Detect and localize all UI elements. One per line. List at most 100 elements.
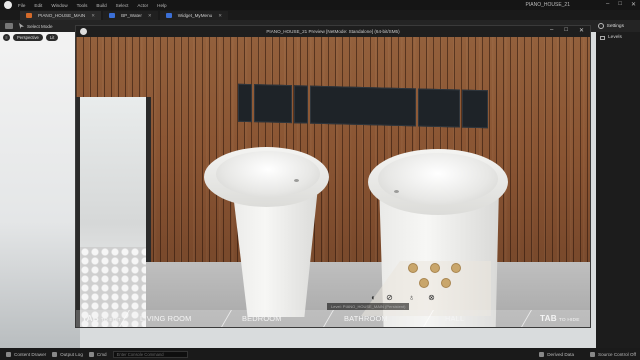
menu-bar: File Edit Window Tools Build Select Acto… bbox=[0, 0, 640, 10]
tile bbox=[310, 85, 416, 127]
unreal-logo-icon[interactable] bbox=[4, 1, 12, 9]
light-toggle[interactable] bbox=[441, 278, 451, 288]
level-icon bbox=[26, 13, 32, 18]
close-button[interactable]: ✕ bbox=[631, 1, 636, 8]
preview-close-button[interactable]: ✕ bbox=[579, 27, 584, 34]
close-tab-icon[interactable]: ✕ bbox=[218, 13, 222, 19]
source-control-icon bbox=[590, 351, 596, 357]
minimize-button[interactable]: – bbox=[606, 1, 609, 8]
maximize-button[interactable]: □ bbox=[618, 1, 622, 8]
close-tab-icon[interactable]: ✕ bbox=[148, 13, 152, 19]
light-toggle[interactable] bbox=[408, 263, 418, 273]
output-log-button[interactable]: Output Log bbox=[52, 351, 83, 357]
data-icon bbox=[539, 351, 545, 357]
current-level-label: Level: PIANO_HOUSE_MAIN (Persistent) bbox=[327, 303, 410, 310]
light-on-icon[interactable]: ⊘ bbox=[385, 293, 394, 302]
room-navigation-bar: TAB TO EDIT LIVING ROOM BEDROOM BATHROOM … bbox=[76, 310, 590, 327]
nav-divider bbox=[323, 310, 334, 327]
settings-button[interactable]: Settings bbox=[597, 23, 624, 29]
nav-living-room[interactable]: LIVING ROOM bbox=[140, 314, 191, 323]
tab-piano-house-main[interactable]: PIANO_HOUSE_MAIN ✕ bbox=[20, 11, 102, 20]
menu-select[interactable]: Select bbox=[116, 3, 129, 8]
light-toggle[interactable] bbox=[419, 278, 429, 288]
editor-tab-bar: PIANO_HOUSE_MAIN ✕ BP_Water ✕ Widget_MyM… bbox=[0, 10, 640, 20]
source-control-button[interactable]: Source Control Off bbox=[590, 351, 636, 357]
log-icon bbox=[52, 351, 58, 357]
console-command-input[interactable]: Enter Console Command bbox=[112, 350, 188, 358]
tab-hide-label: TO HIDE bbox=[558, 318, 580, 323]
menu-tools[interactable]: Tools bbox=[77, 3, 88, 8]
nav-hall[interactable]: HALL bbox=[445, 314, 464, 323]
tile bbox=[238, 83, 252, 123]
drain-icon bbox=[294, 179, 299, 182]
menu-build[interactable]: Build bbox=[96, 3, 106, 8]
nav-divider bbox=[423, 310, 434, 327]
nav-bedroom[interactable]: BEDROOM bbox=[242, 314, 282, 323]
viewport-options-icon[interactable]: ≡ bbox=[3, 34, 10, 41]
cmd-label: Cmd bbox=[96, 351, 107, 357]
tab-key-label: TAB bbox=[82, 314, 99, 323]
blueprint-icon bbox=[109, 13, 116, 18]
nav-bathroom[interactable]: BATHROOM bbox=[344, 314, 388, 323]
output-log-label: Output Log bbox=[60, 351, 83, 357]
window-frame bbox=[76, 97, 151, 327]
nav-divider bbox=[221, 310, 232, 327]
tab-bp-water[interactable]: BP_Water ✕ bbox=[103, 11, 158, 20]
select-mode-button[interactable]: Select Mode bbox=[19, 23, 53, 29]
basin-bowl bbox=[378, 153, 498, 205]
save-icon[interactable] bbox=[5, 23, 13, 29]
menu-window[interactable]: Window bbox=[51, 3, 67, 8]
light-toggle[interactable] bbox=[451, 263, 461, 273]
cursor-icon bbox=[19, 23, 24, 29]
settings-label: Settings bbox=[606, 23, 624, 29]
derived-data-label: Derived Data bbox=[547, 351, 575, 357]
preview-title: PIANO_HOUSE_21 Preview [NetMode: Standal… bbox=[266, 29, 400, 34]
tab-widget-mymenu[interactable]: Widget_MyMenu ✕ bbox=[159, 11, 229, 20]
gear-icon bbox=[597, 23, 604, 29]
tile bbox=[462, 89, 488, 129]
tile bbox=[254, 84, 292, 124]
status-bar: Content Drawer Output Log Cmd Enter Cons… bbox=[0, 348, 640, 360]
cmd-dropdown[interactable]: Cmd bbox=[88, 351, 107, 357]
drawer-icon bbox=[6, 351, 11, 357]
tab-edit-label: TO EDIT bbox=[100, 318, 122, 323]
tab-label: Widget_MyMenu bbox=[177, 13, 213, 18]
tab-to-hide-hint: TAB TO HIDE bbox=[540, 314, 580, 323]
preview-maximize-button[interactable]: □ bbox=[564, 27, 568, 34]
preview-title-bar[interactable]: PIANO_HOUSE_21 Preview [NetMode: Standal… bbox=[76, 26, 590, 37]
bulb-icon[interactable]: ♁ bbox=[407, 293, 416, 302]
viewport-scene bbox=[0, 32, 80, 348]
tab-label: BP_Water bbox=[121, 13, 142, 18]
preview-minimize-button[interactable]: – bbox=[550, 27, 553, 34]
light-toggle[interactable] bbox=[430, 263, 440, 273]
menu-help[interactable]: Help bbox=[157, 3, 166, 8]
perspective-button[interactable]: Perspective bbox=[13, 34, 43, 41]
levels-label: Levels bbox=[608, 35, 622, 40]
bulb-off-icon[interactable]: ⊗ bbox=[427, 293, 436, 302]
light-off-icon[interactable]: ◐ bbox=[369, 293, 378, 302]
source-control-label: Source Control Off bbox=[598, 351, 636, 357]
project-name: PIANO_HOUSE_21 bbox=[525, 2, 570, 8]
tile bbox=[418, 88, 460, 128]
menu-file[interactable]: File bbox=[18, 3, 25, 8]
tab-to-edit-hint: TAB TO EDIT bbox=[82, 314, 121, 323]
nav-divider bbox=[521, 310, 532, 327]
terminal-icon bbox=[88, 351, 94, 357]
tab-label: PIANO_HOUSE_MAIN bbox=[38, 13, 86, 18]
widget-icon bbox=[165, 13, 172, 18]
levels-tab[interactable]: Levels bbox=[600, 35, 622, 40]
content-drawer-label: Content Drawer bbox=[14, 351, 47, 357]
preview-window: PIANO_HOUSE_21 Preview [NetMode: Standal… bbox=[75, 25, 591, 328]
menu-actor[interactable]: Actor bbox=[137, 3, 148, 8]
lit-button[interactable]: Lit bbox=[45, 34, 59, 41]
tab-key-label: TAB bbox=[540, 314, 557, 323]
menu-edit[interactable]: Edit bbox=[34, 3, 42, 8]
drain-icon bbox=[394, 190, 399, 193]
derived-data-button[interactable]: Derived Data bbox=[539, 351, 575, 357]
right-panel: Levels bbox=[596, 32, 640, 348]
select-mode-label: Select Mode bbox=[27, 23, 53, 29]
close-tab-icon[interactable]: ✕ bbox=[91, 13, 95, 19]
content-drawer-button[interactable]: Content Drawer bbox=[6, 351, 47, 357]
game-scene[interactable]: ◐ ⊘ ♁ ⊗ TAB TO EDIT LIVING ROOM BEDROOM B… bbox=[76, 37, 590, 327]
tile bbox=[294, 85, 308, 124]
